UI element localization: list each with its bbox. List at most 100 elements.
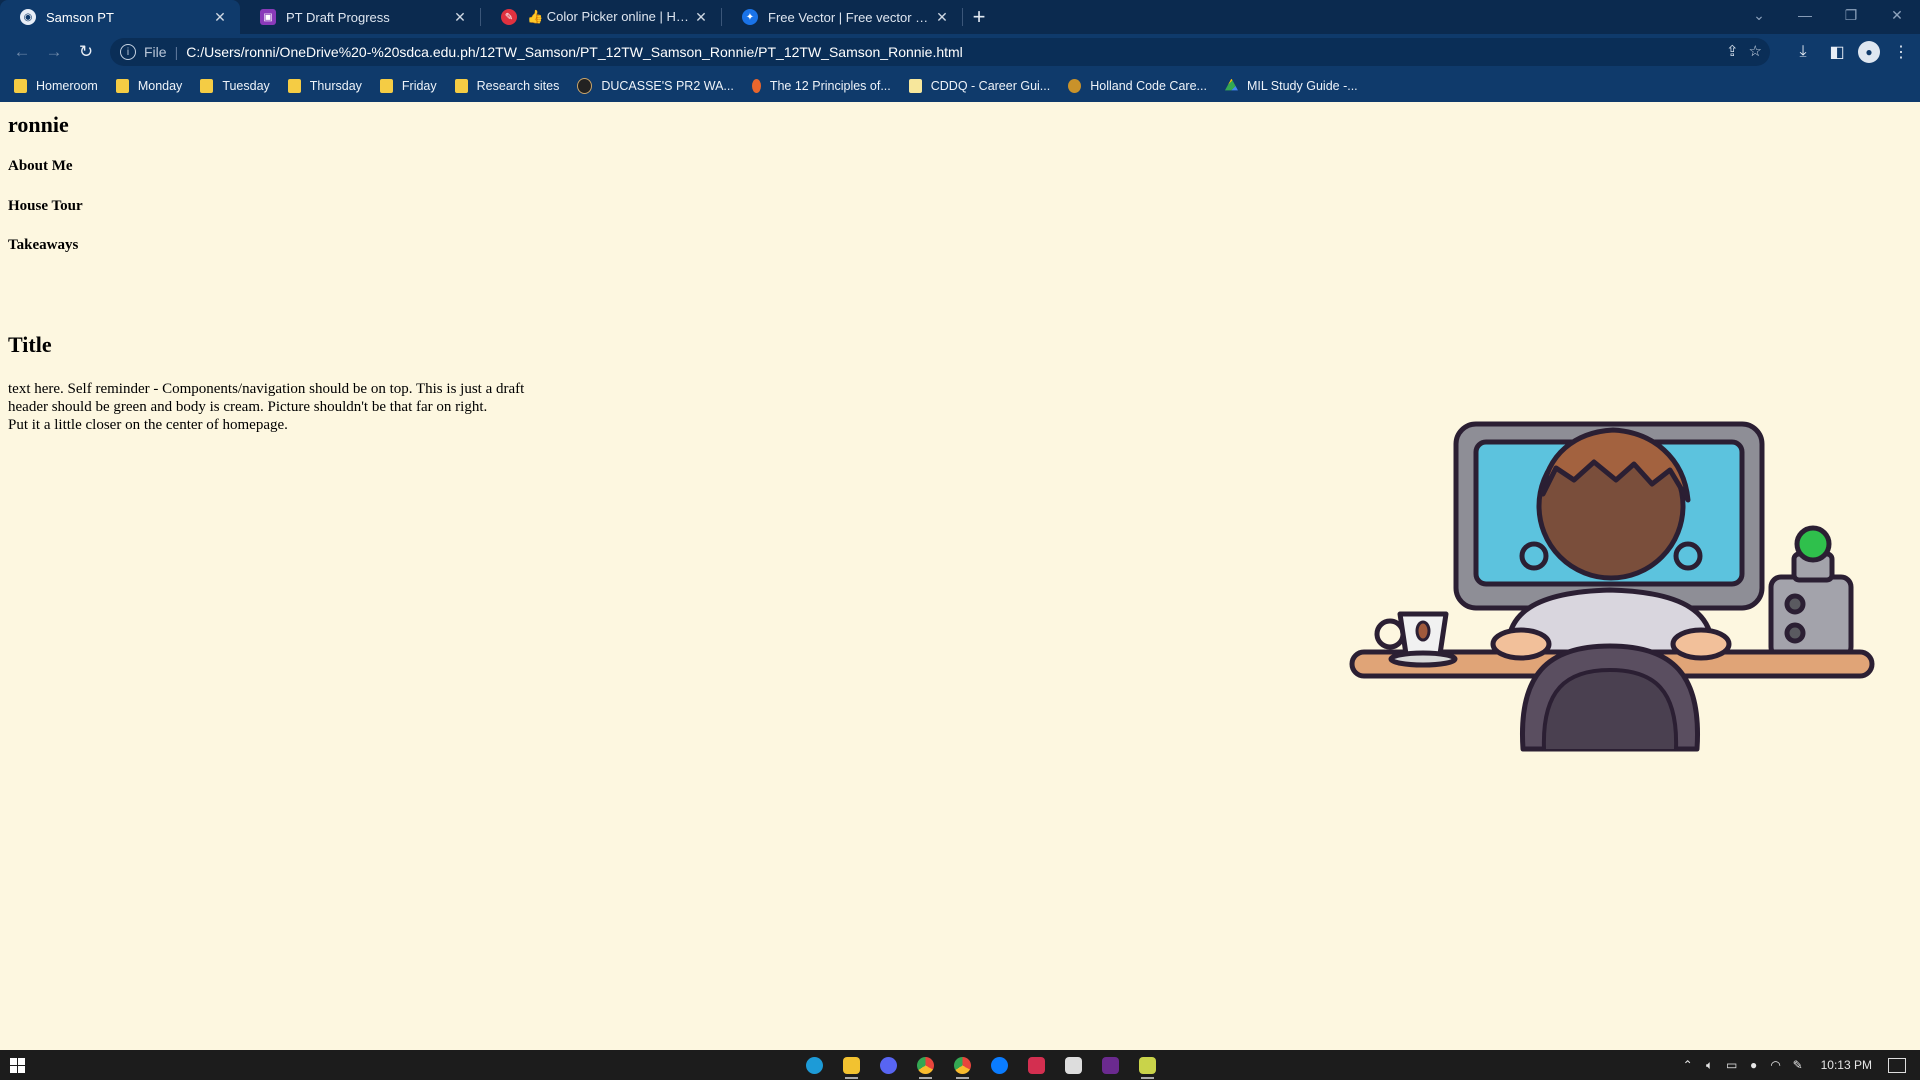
download-icon[interactable]: ⤓ (1790, 39, 1816, 65)
bookmark-12-principles[interactable]: The 12 Principles of... (751, 78, 891, 93)
capcut-icon[interactable] (1055, 1050, 1092, 1080)
volume-icon[interactable]: 🔈︎ (1699, 1058, 1721, 1073)
folder-icon (14, 78, 27, 93)
flame-icon (751, 78, 761, 93)
new-tab-button[interactable]: + (963, 0, 995, 34)
tab-color-picker[interactable]: ✎ 👍 Color Picker online | HEX Color Pick… (481, 0, 721, 34)
bookmark-label: CDDQ - Career Gui... (930, 78, 1051, 93)
bookmarks-bar: Homeroom Monday Tuesday Thursday Friday … (0, 69, 1920, 102)
nav-takeaways: Takeaways (8, 237, 79, 253)
drive-icon (1224, 78, 1238, 91)
folder-icon (287, 78, 301, 93)
side-panel-icon[interactable]: ◧ (1824, 39, 1850, 65)
bookmark-label: Monday (137, 78, 183, 93)
notification-icon[interactable] (1888, 1057, 1906, 1073)
messenger-icon[interactable] (981, 1050, 1018, 1080)
site-icon (577, 77, 593, 94)
share-icon[interactable]: ⇪ (1726, 42, 1739, 60)
tab-free-vector[interactable]: ✦ Free Vector | Free vector cute man ✕ (722, 0, 962, 34)
tab-samson-pt[interactable]: ◉ Samson PT ✕ (0, 0, 240, 34)
close-tab-icon[interactable]: ✕ (452, 9, 468, 26)
menu-icon[interactable]: ⋮ (1888, 39, 1914, 65)
windows-taskbar: ⌃ 🔈︎ ▭ ● ◠ ✎ 10:13 PM (0, 1050, 1920, 1080)
bookmark-research-sites[interactable]: Research sites (454, 78, 560, 93)
nav-about-me: About Me (8, 158, 73, 174)
bookmark-homeroom[interactable]: Homeroom (14, 78, 98, 93)
bookmark-tuesday[interactable]: Tuesday (200, 78, 270, 93)
slides-icon: ▣ (260, 9, 276, 25)
omnibox-actions: ⇪ ☆ (1726, 42, 1762, 60)
premiere-icon[interactable] (1092, 1050, 1129, 1080)
close-tab-icon[interactable]: ✕ (212, 9, 228, 26)
microphone-icon[interactable]: ● (1743, 1058, 1765, 1072)
tab-label: Free Vector | Free vector cute man (768, 9, 934, 25)
info-icon[interactable]: i (120, 44, 136, 60)
system-tray: ⌃ 🔈︎ ▭ ● ◠ ✎ 10:13 PM (1677, 1050, 1920, 1080)
bookmark-friday[interactable]: Friday (379, 78, 437, 93)
pen-icon[interactable]: ✎ (1787, 1058, 1809, 1072)
forward-icon[interactable]: → (38, 36, 70, 68)
tab-search-icon[interactable]: ⌄ (1736, 0, 1782, 30)
wifi-icon[interactable]: ◠ (1765, 1058, 1787, 1072)
close-tab-icon[interactable]: ✕ (693, 9, 709, 26)
minimize-icon[interactable]: — (1782, 0, 1828, 30)
globe-icon: ◉ (20, 9, 36, 25)
scheme-label: File (144, 44, 167, 60)
color-picker-icon: ✎ (501, 9, 517, 25)
bookmark-holland-code[interactable]: Holland Code Care... (1068, 78, 1207, 93)
site-name: ronnie (8, 112, 69, 137)
bookmark-monday[interactable]: Monday (115, 78, 183, 93)
file-explorer-icon[interactable] (833, 1050, 870, 1080)
toolbar-right: ⤓ ◧ ● ⋮ (1790, 34, 1914, 69)
chevron-up-icon[interactable]: ⌃ (1677, 1058, 1699, 1072)
man-at-computer-illustration (1349, 421, 1875, 752)
tab-label: Samson PT (46, 9, 114, 25)
site-icon (1068, 78, 1082, 93)
clock[interactable]: 10:13 PM (1821, 1058, 1872, 1072)
folder-icon (379, 78, 393, 93)
chrome-icon[interactable] (907, 1050, 944, 1080)
folder-icon (454, 78, 468, 93)
reload-icon[interactable]: ↻ (70, 36, 102, 68)
bookmark-label: Thursday (309, 78, 362, 93)
notepad-icon[interactable] (1129, 1050, 1166, 1080)
tab-label: 👍 Color Picker online | HEX Color Picker (527, 9, 693, 24)
profile-avatar[interactable]: ● (1858, 40, 1880, 63)
tab-label: PT Draft Progress (286, 9, 390, 25)
close-window-icon[interactable]: ✕ (1874, 0, 1920, 30)
tab-pt-draft-progress[interactable]: ▣ PT Draft Progress ✕ (240, 0, 480, 34)
bookmark-star-icon[interactable]: ☆ (1749, 42, 1762, 60)
body-paragraph: text here. Self reminder - Components/na… (8, 380, 588, 434)
bookmark-label: Friday (401, 78, 437, 93)
browser-toolbar: ← → ↻ i File | C:/Users/ronni/OneDrive%2… (0, 34, 1920, 69)
url-text[interactable]: C:/Users/ronni/OneDrive%20-%20sdca.edu.p… (186, 44, 963, 60)
back-icon[interactable]: ← (6, 36, 38, 68)
bookmark-ducasse[interactable]: DUCASSE'S PR2 WA... (577, 77, 734, 94)
address-bar[interactable]: i File | C:/Users/ronni/OneDrive%20-%20s… (110, 38, 1770, 66)
web-page: ronnie About Me House Tour Takeaways Tit… (0, 102, 1920, 1050)
bookmark-label: Research sites (476, 78, 560, 93)
taskbar-apps (796, 1050, 1166, 1080)
edge-icon[interactable] (796, 1050, 833, 1080)
folder-icon (115, 78, 129, 93)
page-title: Title (8, 332, 52, 357)
todo-app-icon[interactable] (1018, 1050, 1055, 1080)
bookmark-cddq[interactable]: CDDQ - Career Gui... (908, 78, 1051, 93)
nav-house-tour: House Tour (8, 198, 83, 214)
paragraph-line: text here. Self reminder - Components/na… (8, 381, 525, 397)
bookmark-label: The 12 Principles of... (769, 78, 891, 93)
bookmark-label: Homeroom (36, 78, 98, 93)
bookmark-thursday[interactable]: Thursday (287, 78, 362, 93)
close-tab-icon[interactable]: ✕ (934, 9, 950, 26)
discord-icon[interactable] (870, 1050, 907, 1080)
windows-start-icon[interactable] (10, 1058, 25, 1073)
battery-icon[interactable]: ▭ (1721, 1058, 1743, 1072)
site-icon (908, 78, 922, 93)
tab-strip: ◉ Samson PT ✕ ▣ PT Draft Progress ✕ ✎ 👍 … (0, 0, 1920, 34)
paragraph-line: header should be green and body is cream… (8, 399, 488, 415)
restore-icon[interactable]: ❐ (1828, 0, 1874, 30)
bookmark-label: MIL Study Guide -... (1246, 78, 1358, 93)
window-controls: ⌄ — ❐ ✕ (1736, 0, 1920, 34)
chrome-profile-icon[interactable] (944, 1050, 981, 1080)
bookmark-mil-study-guide[interactable]: MIL Study Guide -... (1224, 78, 1358, 93)
